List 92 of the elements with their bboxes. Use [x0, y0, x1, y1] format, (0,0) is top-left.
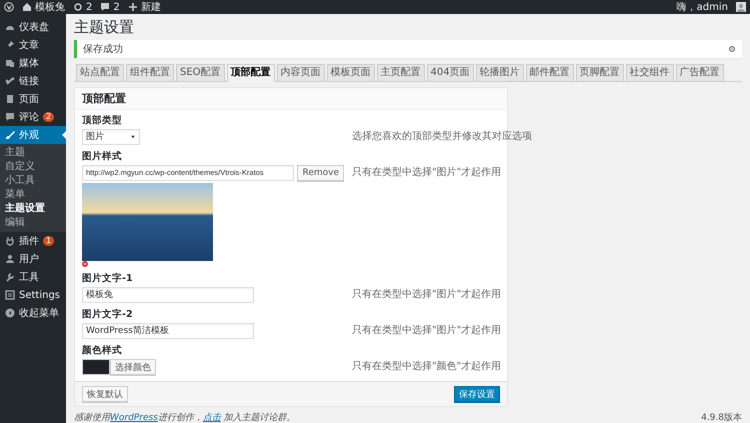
home-icon [22, 2, 32, 12]
field-description: 选择您喜欢的顶部类型并修改其对应选项 [352, 130, 532, 144]
speech-bubble-icon [5, 112, 15, 122]
menu-label: 页面 [19, 93, 39, 106]
field-label: 颜色样式 [82, 344, 123, 357]
plug-icon [5, 236, 15, 246]
settings-tab[interactable]: 404页面 [426, 64, 474, 81]
menu-label: 链接 [19, 74, 39, 88]
submenu-item[interactable]: 主题设置 [0, 202, 66, 216]
menu-label: 仪表盘 [19, 20, 49, 34]
menu-label: 评论 [19, 111, 39, 124]
media-icon [5, 58, 15, 68]
menu-label: 工具 [19, 271, 39, 284]
field-description: 只有在类型中选择"图片"才起作用 [352, 324, 502, 338]
speech-bubble-icon [100, 2, 110, 12]
settings-tab[interactable]: 轮播图片 [476, 64, 524, 81]
footer-link[interactable]: WordPress [110, 413, 158, 423]
settings-tab[interactable]: 邮件配置 [526, 64, 574, 81]
settings-tab[interactable]: 站点配置 [76, 64, 124, 81]
reset-button[interactable]: 恢复默认 [82, 386, 128, 402]
footer-text: 感谢使用WordPress进行创作，点击 加入主题讨论群。 [74, 412, 296, 423]
pick-color-button[interactable]: 选择颜色 [110, 359, 156, 375]
menu-item[interactable]: 插件 1 [0, 232, 66, 250]
field-description: 只有在类型中选择"颜色"才起作用 [352, 360, 502, 374]
panel-heading: 顶部配置 [75, 88, 507, 110]
settings-tab[interactable]: 页脚配置 [576, 64, 624, 81]
field-label: 图片文字-2 [82, 308, 134, 321]
menu-item[interactable]: 收起菜单 [0, 304, 66, 322]
submenu-item[interactable]: 编辑 [0, 216, 66, 230]
new-link[interactable]: 新建 [140, 0, 161, 14]
settings-tab[interactable]: SEO配置 [176, 64, 225, 81]
paintbrush-icon [5, 130, 15, 140]
submenu-item[interactable]: 菜单 [0, 188, 66, 202]
user-icon [5, 254, 15, 264]
settings-icon [5, 290, 15, 300]
count-badge: 1 [43, 236, 54, 246]
settings-tab[interactable]: 主页配置 [376, 64, 425, 81]
menu-label: 文章 [19, 38, 39, 52]
settings-tab[interactable]: 模板页面 [326, 64, 375, 81]
version-text: 4.9.8版本 [701, 412, 742, 423]
submenu-item[interactable]: 主题 [0, 146, 66, 160]
color-swatch[interactable] [82, 359, 110, 375]
wrench-icon [5, 272, 15, 282]
settings-tab[interactable]: 广告配置 [676, 64, 724, 81]
field-label: 顶部类型 [82, 114, 123, 127]
settings-tab[interactable]: 内容页面 [276, 64, 325, 81]
settings-tab[interactable]: 社交组件 [626, 64, 674, 81]
field-description: 只有在类型中选择"图片"才起作用 [352, 166, 502, 180]
submenu-item[interactable]: 小工具 [0, 174, 66, 188]
notice-text: 保存成功 [83, 42, 123, 56]
field-description: 只有在类型中选择"图片"才起作用 [352, 288, 502, 302]
wordpress-logo-icon [4, 2, 14, 12]
count-badge: 2 [43, 112, 54, 122]
menu-item[interactable]: 用户 [0, 250, 66, 268]
gear-icon[interactable] [728, 45, 736, 53]
menu-label: Settings [19, 290, 60, 300]
menu-item[interactable]: 页面 [0, 90, 66, 108]
menu-item[interactable]: 外观 [0, 126, 66, 144]
text-field[interactable]: 模板兔 [82, 287, 254, 303]
type-select[interactable]: 图片 [82, 129, 140, 145]
field-label: 图片文字-1 [82, 272, 134, 285]
site-name-link[interactable]: 模板兔 [35, 0, 65, 14]
avatar-icon [736, 2, 746, 12]
menu-label: 收起菜单 [19, 306, 59, 320]
menu-item[interactable]: 仪表盘 [0, 18, 66, 36]
updates-count[interactable]: 2 [86, 2, 92, 12]
caret-icon [130, 134, 136, 140]
menu-label: 外观 [19, 129, 39, 142]
menu-label: 插件 [19, 235, 39, 248]
text-field[interactable]: WordPress简洁模板 [82, 323, 254, 339]
menu-item[interactable]: 文章 [0, 36, 66, 54]
menu-label: 媒体 [19, 57, 39, 70]
settings-tab[interactable]: 顶部配置 [226, 64, 275, 82]
save-button[interactable]: 保存设置 [454, 386, 500, 402]
field-label: 图片样式 [82, 150, 123, 163]
page-title: 主题设置 [74, 18, 135, 37]
submenu-item[interactable]: 自定义 [0, 160, 66, 174]
collapse-icon [5, 308, 15, 318]
menu-item[interactable]: Settings [0, 286, 66, 304]
menu-item[interactable]: 工具 [0, 268, 66, 286]
comments-count[interactable]: 2 [113, 2, 120, 12]
remove-icon[interactable] [82, 261, 88, 267]
menu-item[interactable]: 评论 2 [0, 108, 66, 126]
plus-icon [128, 2, 138, 12]
menu-label: 用户 [19, 252, 39, 266]
greeting-link[interactable]: 嗨，admin [676, 0, 728, 14]
page-icon [5, 94, 15, 104]
menu-item[interactable]: 媒体 [0, 54, 66, 72]
remove-button[interactable]: Remove [297, 165, 344, 181]
menu-item[interactable]: 链接 [0, 72, 66, 90]
footer-link[interactable]: 点击 [202, 413, 221, 423]
settings-tab[interactable]: 组件配置 [126, 64, 174, 81]
